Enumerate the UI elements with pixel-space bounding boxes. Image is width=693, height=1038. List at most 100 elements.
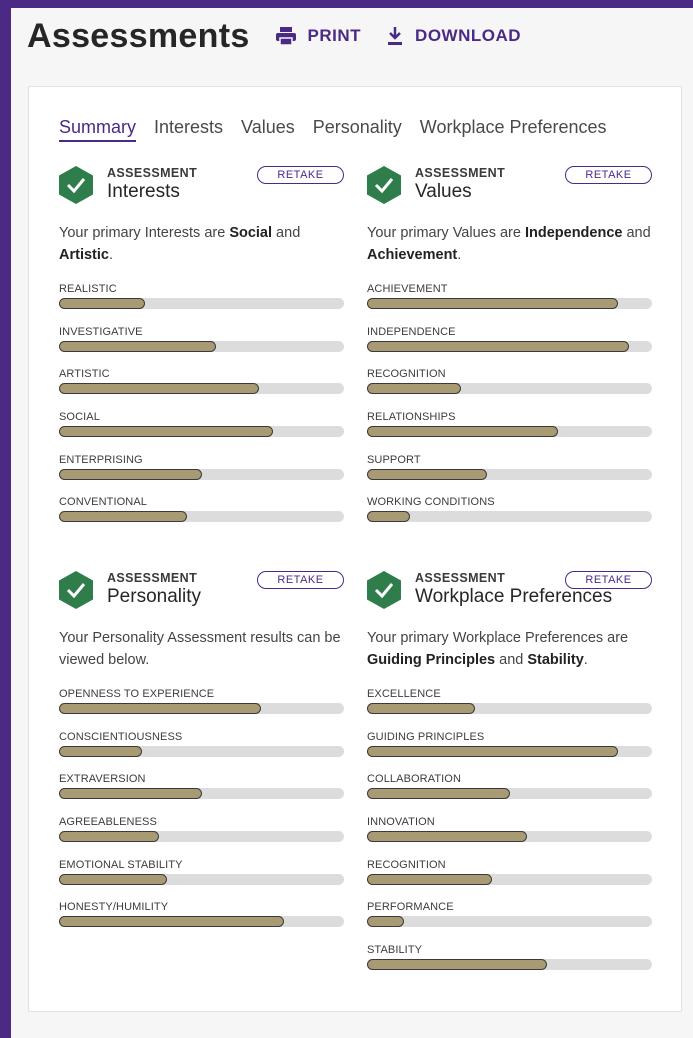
- score-bar-row: CONVENTIONAL: [59, 495, 344, 538]
- score-bar-track: [59, 873, 344, 885]
- score-bar-label: OPENNESS TO EXPERIENCE: [59, 688, 215, 700]
- score-bar-row: GUIDING PRINCIPLES: [367, 730, 652, 773]
- score-bar-track: [367, 298, 652, 309]
- score-bar-fill: [367, 511, 410, 523]
- score-bar-fill: [367, 468, 487, 480]
- score-bar-label: STABILITY: [367, 944, 423, 957]
- section-kicker: ASSESSMENT: [107, 166, 198, 180]
- score-bar-label: RELATIONSHIPS: [367, 411, 456, 424]
- score-bar-label: ARTISTIC: [59, 368, 110, 381]
- score-bar-fill: [59, 873, 168, 885]
- personality-section: ASSESSMENT Personality RETAKE Your Perso…: [59, 571, 344, 943]
- section-summary: Your Personality Assessment results can …: [59, 630, 341, 668]
- score-bar-track: [59, 703, 344, 714]
- download-button[interactable]: DOWNLOAD: [387, 26, 521, 46]
- tab-personality[interactable]: Personality: [313, 117, 402, 142]
- score-bar-track: [367, 916, 652, 928]
- score-bar-track: [59, 340, 344, 352]
- score-bar-track: [367, 745, 652, 757]
- tab-values[interactable]: Values: [241, 117, 295, 142]
- score-bar-track: [59, 788, 344, 800]
- score-bar-fill: [367, 788, 510, 800]
- score-bar-fill: [59, 468, 202, 480]
- score-bar-row: INNOVATION: [367, 815, 652, 858]
- score-bar-label: EXTRAVERSION: [59, 773, 146, 786]
- retake-personality-button[interactable]: RETAKE: [257, 571, 344, 589]
- score-bar-row: INVESTIGATIVE: [59, 325, 344, 368]
- score-bar-fill: [367, 959, 547, 971]
- score-bar-row: STABILITY: [367, 943, 652, 986]
- score-bar-fill: [367, 298, 618, 309]
- printer-icon: [275, 27, 296, 45]
- score-bar-fill: [59, 703, 262, 714]
- score-bar-row: SUPPORT: [367, 453, 652, 496]
- score-bar-row: CONSCIENTIOUSNESS: [59, 730, 344, 773]
- score-bars: EXCELLENCE GUIDING PRINCIPLES COLLABORATIO…: [367, 687, 652, 986]
- score-bar-fill: [59, 511, 188, 523]
- score-bar-fill: [367, 916, 405, 928]
- score-bar-fill: [367, 340, 630, 352]
- score-bar-label: EXCELLENCE: [367, 688, 441, 700]
- score-bars: ACHIEVEMENT INDEPENDENCE RECOGNITION RELATI…: [367, 282, 652, 538]
- score-bar-fill: [59, 426, 273, 438]
- score-bar-track: [59, 916, 344, 928]
- score-bar-track: [59, 298, 344, 309]
- print-button[interactable]: PRINT: [275, 26, 362, 46]
- workplace-preferences-section: ASSESSMENT Workplace Preferences RETAKE …: [367, 571, 652, 986]
- score-bar-fill: [367, 745, 618, 757]
- section-summary: Your primary Values are Independence and…: [367, 225, 651, 263]
- score-bar-row: HONESTY/HUMILITY: [59, 900, 344, 943]
- assessments-card: Summary Interests Values Personality Wor…: [28, 86, 682, 1012]
- retake-values-button[interactable]: RETAKE: [565, 166, 652, 184]
- score-bar-label: RECOGNITION: [367, 368, 446, 381]
- score-bar-track: [367, 831, 652, 843]
- section-title: Interests: [107, 181, 180, 202]
- tab-summary[interactable]: Summary: [59, 117, 137, 142]
- download-icon: [388, 27, 403, 45]
- score-bar-row: COLLABORATION: [367, 772, 652, 815]
- section-kicker: ASSESSMENT: [415, 166, 506, 180]
- score-bar-label: INVESTIGATIVE: [59, 325, 143, 338]
- score-bar-track: [59, 745, 344, 757]
- section-title: Personality: [107, 586, 201, 607]
- page: Assessments PRINT DOWNLOAD Summary Inter…: [11, 8, 693, 1038]
- score-bar-label: CONVENTIONAL: [59, 496, 147, 509]
- score-bar-row: RECOGNITION: [367, 367, 652, 410]
- score-bar-track: [59, 511, 344, 523]
- check-badge-icon: [367, 571, 401, 609]
- score-bar-track: [367, 426, 652, 438]
- retake-workplace-preferences-button[interactable]: RETAKE: [565, 571, 652, 589]
- score-bar-label: AGREEABLENESS: [59, 816, 157, 829]
- score-bar-label: ENTERPRISING: [59, 453, 143, 466]
- score-bar-fill: [59, 831, 159, 843]
- score-bar-fill: [367, 873, 493, 885]
- score-bar-label: SOCIAL: [59, 411, 100, 424]
- section-kicker: ASSESSMENT: [107, 571, 198, 585]
- score-bar-track: [59, 468, 344, 480]
- score-bar-track: [367, 703, 652, 714]
- score-bar-fill: [59, 340, 216, 352]
- check-badge-icon: [367, 166, 401, 204]
- score-bar-track: [59, 383, 344, 395]
- score-bar-fill: [59, 788, 202, 800]
- assessment-tabs: Summary Interests Values Personality Wor…: [59, 117, 625, 142]
- score-bar-label: PERFORMANCE: [367, 901, 454, 914]
- score-bar-label: EMOTIONAL STABILITY: [59, 858, 183, 871]
- score-bar-label: INDEPENDENCE: [367, 325, 456, 338]
- score-bars: OPENNESS TO EXPERIENCE CONSCIENTIOUSNESS E…: [59, 687, 344, 943]
- download-label: DOWNLOAD: [415, 26, 522, 45]
- score-bar-row: OPENNESS TO EXPERIENCE: [59, 687, 344, 730]
- tab-interests[interactable]: Interests: [154, 117, 223, 142]
- score-bar-track: [367, 468, 652, 480]
- section-summary: Your primary Workplace Preferences are G…: [367, 630, 629, 668]
- score-bar-row: RELATIONSHIPS: [367, 410, 652, 453]
- tab-workplace-preferences[interactable]: Workplace Preferences: [420, 117, 607, 142]
- score-bar-row: INDEPENDENCE: [367, 325, 652, 368]
- section-summary: Your primary Interests are Social and Ar…: [59, 225, 301, 263]
- interests-section: ASSESSMENT Interests RETAKE Your primary…: [59, 166, 344, 538]
- score-bar-row: RECOGNITION: [367, 858, 652, 901]
- section-title: Values: [415, 181, 472, 202]
- score-bar-row: ACHIEVEMENT: [367, 282, 652, 325]
- retake-interests-button[interactable]: RETAKE: [257, 166, 344, 184]
- score-bar-row: AGREEABLENESS: [59, 815, 344, 858]
